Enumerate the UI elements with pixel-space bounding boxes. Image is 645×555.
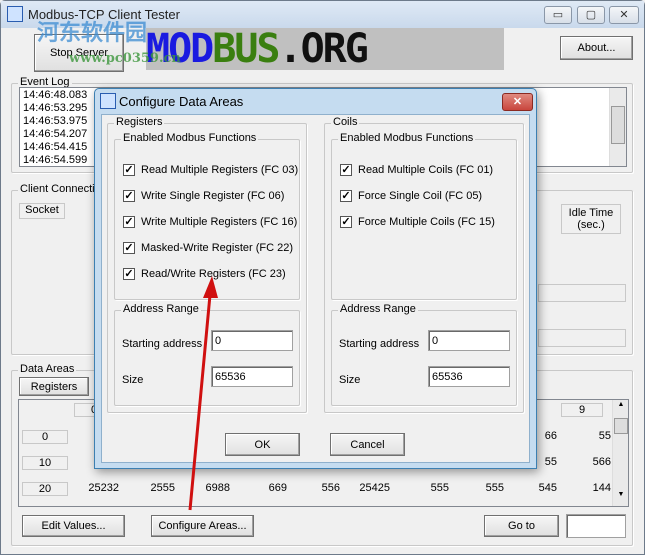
annotation-arrow <box>188 276 218 511</box>
arrow-line <box>188 294 212 511</box>
arrow-head <box>203 276 218 298</box>
